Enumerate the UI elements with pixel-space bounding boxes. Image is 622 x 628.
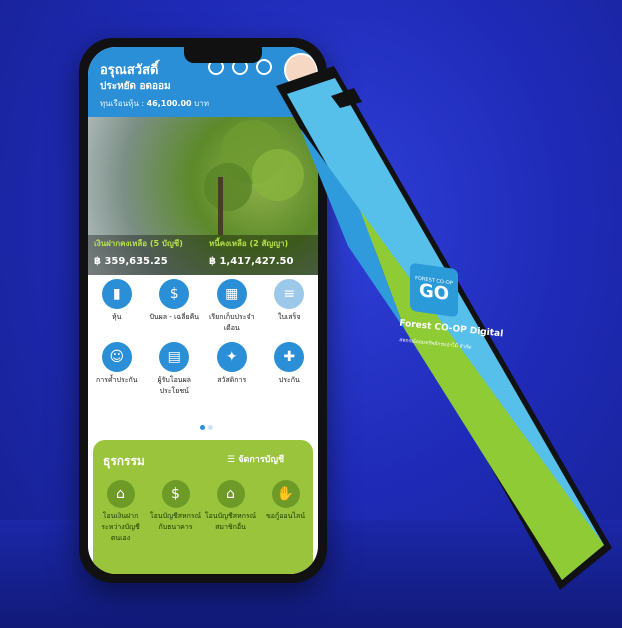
app-logo: FOREST CO-OP GO xyxy=(410,262,458,318)
logo-text: GO xyxy=(418,279,450,306)
background: อรุณสวัสดิ์ ประหยัด อดออม ทุนเรือนหุ้น :… xyxy=(0,0,622,628)
phone-notch xyxy=(184,47,262,63)
right-phone xyxy=(276,66,612,590)
